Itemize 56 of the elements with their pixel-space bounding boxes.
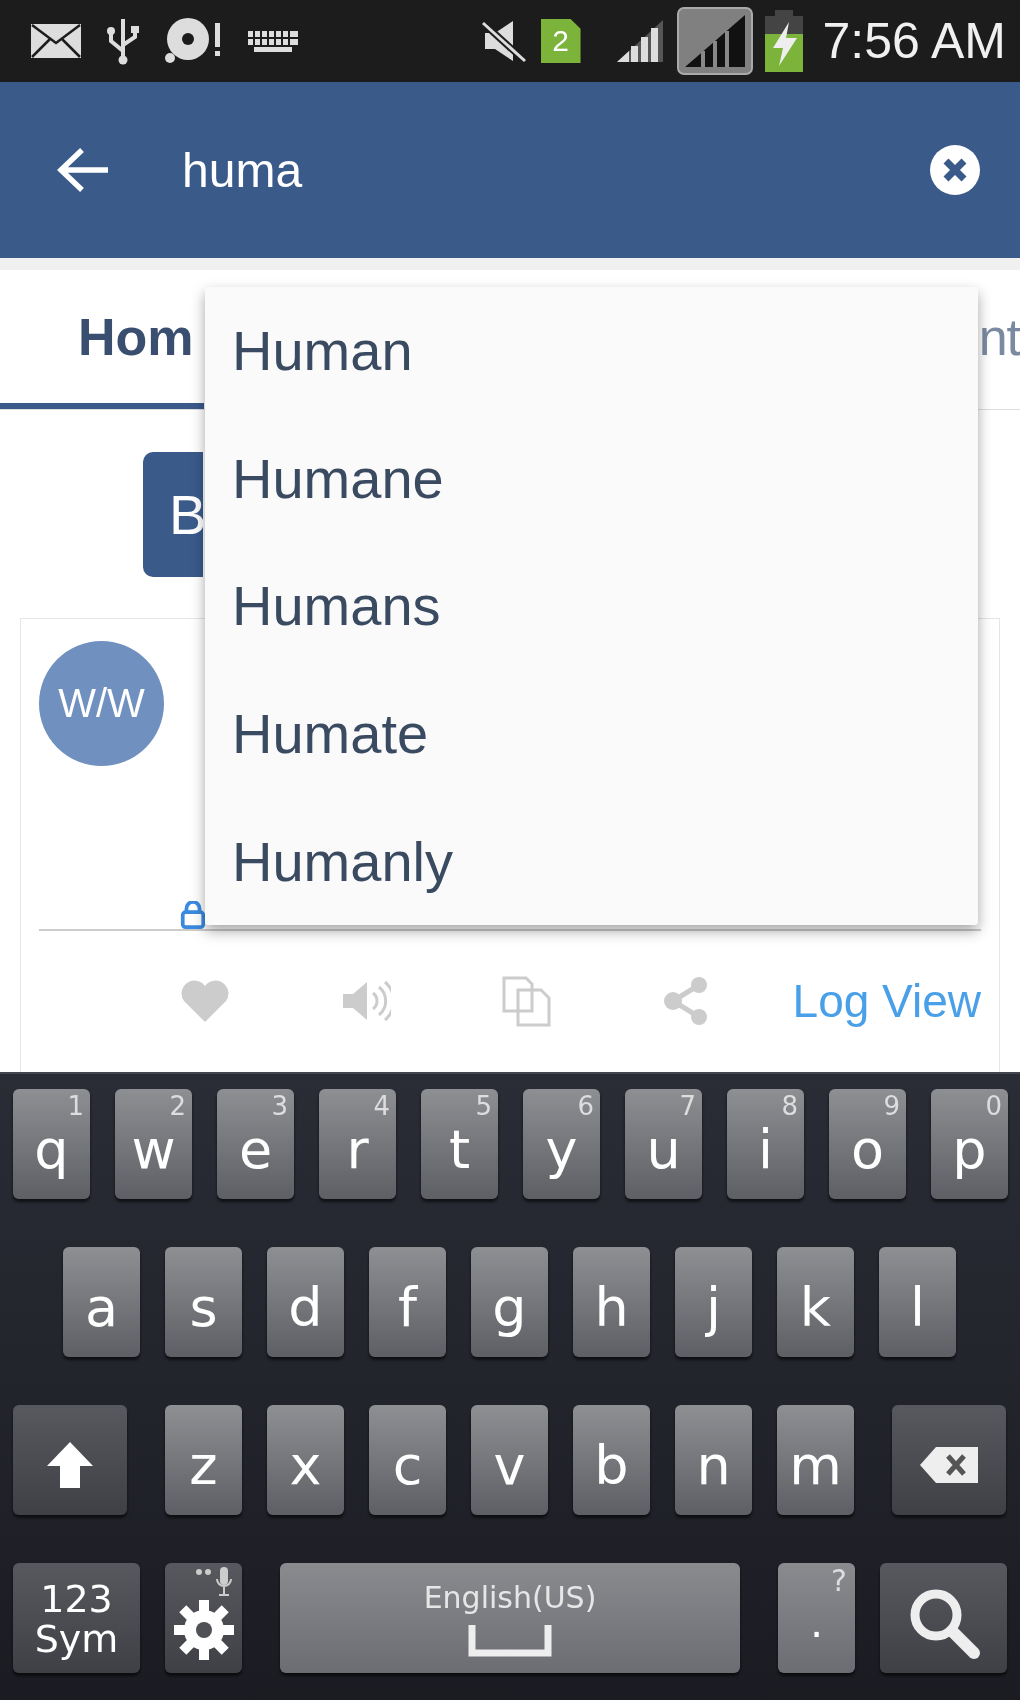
letter-key[interactable]: 5 t bbox=[421, 1089, 498, 1199]
suggestion-item[interactable]: Humans bbox=[205, 542, 978, 670]
log-view-link[interactable]: Log View bbox=[792, 974, 981, 1028]
letter-key[interactable]: b bbox=[573, 1405, 650, 1515]
letter-key[interactable]: x bbox=[267, 1405, 344, 1515]
signal-icon bbox=[676, 7, 753, 75]
tab[interactable]: nt bbox=[978, 270, 1020, 409]
letter-key[interactable]: 9 o bbox=[829, 1089, 906, 1199]
letter-key[interactable]: z bbox=[165, 1405, 242, 1515]
period-key[interactable]: ? . bbox=[778, 1563, 855, 1673]
letter-key[interactable]: l bbox=[879, 1247, 956, 1357]
suggestion-item[interactable]: Humanly bbox=[205, 797, 978, 925]
clock-time: 7:56 AM bbox=[822, 12, 1006, 70]
letter-key[interactable]: 4 r bbox=[319, 1089, 396, 1199]
space-bar-icon bbox=[468, 1624, 552, 1657]
action-button[interactable]: B bbox=[143, 451, 203, 577]
letter-key[interactable]: s bbox=[165, 1247, 242, 1357]
letter-key[interactable]: a bbox=[63, 1247, 140, 1357]
gear-icon bbox=[172, 1599, 235, 1661]
backspace-icon bbox=[918, 1445, 980, 1485]
suggestion-item[interactable]: Human bbox=[205, 287, 978, 415]
lock-icon bbox=[180, 901, 206, 929]
sim-badge: 2 bbox=[540, 19, 581, 63]
letter-key[interactable]: n bbox=[675, 1405, 752, 1515]
letter-key[interactable]: h bbox=[573, 1247, 650, 1357]
clear-icon[interactable] bbox=[930, 145, 980, 195]
suggestion-item[interactable]: Humate bbox=[205, 669, 978, 798]
letter-key[interactable]: f bbox=[369, 1247, 446, 1357]
space-key[interactable]: English(US) bbox=[280, 1563, 740, 1673]
letter-key[interactable]: k bbox=[777, 1247, 854, 1357]
letter-key[interactable]: 1 q bbox=[13, 1089, 90, 1199]
letter-key[interactable]: j bbox=[675, 1247, 752, 1357]
letter-key[interactable]: 8 i bbox=[727, 1089, 804, 1199]
back-arrow-icon[interactable] bbox=[56, 147, 110, 193]
letter-key[interactable]: v bbox=[471, 1405, 548, 1515]
settings-key[interactable] bbox=[165, 1563, 242, 1673]
letter-key[interactable]: c bbox=[369, 1405, 446, 1515]
keyboard-icon bbox=[248, 29, 298, 53]
search-key[interactable] bbox=[880, 1563, 1007, 1673]
letter-key[interactable]: g bbox=[471, 1247, 548, 1357]
letter-key[interactable]: 0 p bbox=[931, 1089, 1008, 1199]
symbols-key[interactable]: 123 Sym bbox=[13, 1563, 140, 1673]
arrow-up-icon bbox=[45, 1440, 95, 1490]
envelope-icon bbox=[30, 23, 82, 59]
battery-charging-icon bbox=[764, 10, 803, 72]
usb-icon bbox=[106, 17, 140, 65]
avatar: W/W bbox=[39, 641, 164, 766]
letter-key[interactable]: d bbox=[267, 1247, 344, 1357]
delete-key[interactable] bbox=[892, 1405, 1006, 1515]
suggestion-item[interactable]: Humane bbox=[205, 414, 978, 543]
letter-key[interactable]: 3 e bbox=[217, 1089, 294, 1199]
letter-key[interactable]: m bbox=[777, 1405, 854, 1515]
letter-key[interactable]: 6 y bbox=[523, 1089, 600, 1199]
shift-key[interactable] bbox=[13, 1405, 127, 1515]
letter-key[interactable]: 2 w bbox=[115, 1089, 192, 1199]
letter-key[interactable]: 7 u bbox=[625, 1089, 702, 1199]
